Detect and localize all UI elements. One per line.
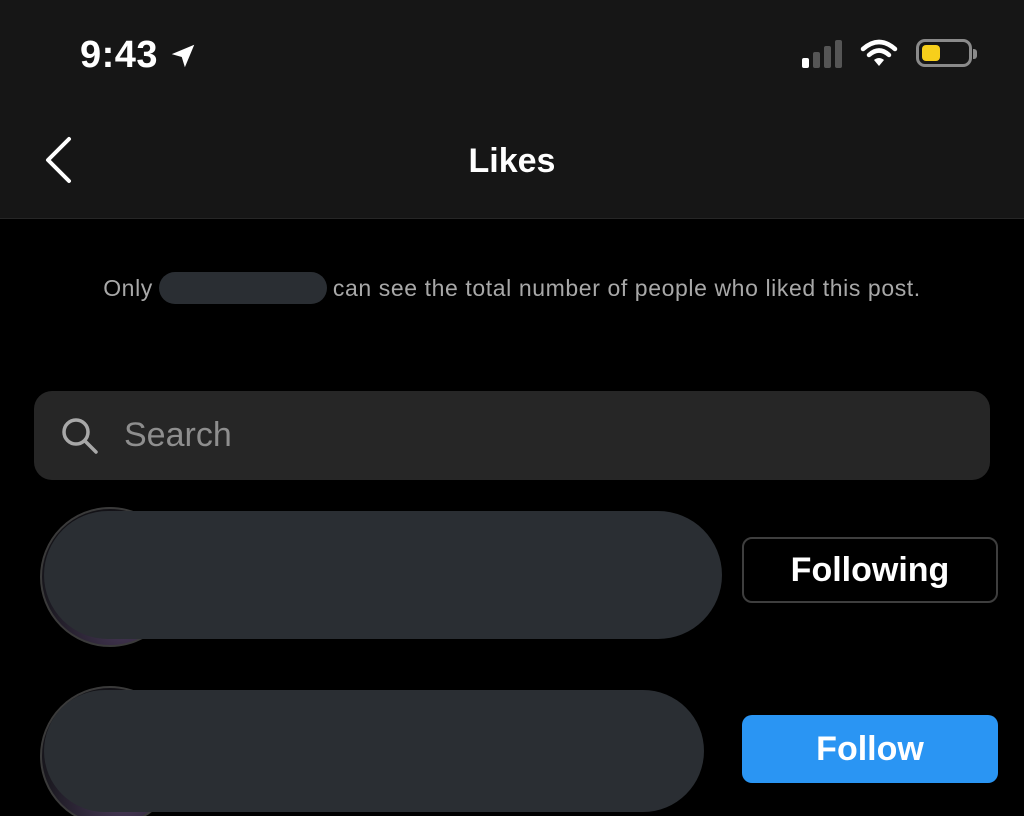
likes-screen: 9:43 Likes Only can see the total number…: [0, 0, 1024, 816]
following-button[interactable]: Following: [742, 537, 998, 603]
status-icons: [802, 38, 977, 68]
search-bar[interactable]: [34, 391, 990, 480]
likes-visibility-notice: Only can see the total number of people w…: [100, 272, 924, 304]
wifi-icon: [860, 39, 898, 66]
list-item[interactable]: Follow: [0, 686, 1024, 816]
location-arrow-icon: [171, 44, 195, 67]
search-icon: [62, 417, 98, 454]
search-input[interactable]: [122, 415, 926, 456]
page-title: Likes: [468, 142, 556, 180]
follow-button[interactable]: Follow: [742, 715, 998, 783]
notice-prefix: Only: [103, 275, 153, 301]
redacted-user-info: [44, 690, 704, 812]
header-divider: [0, 218, 1024, 219]
status-time-text: 9:43: [80, 34, 159, 76]
redacted-user-info: [44, 511, 722, 639]
status-time: 9:43: [80, 34, 198, 77]
notice-suffix: can see the total number of people who l…: [332, 275, 921, 301]
redacted-username: [158, 272, 327, 304]
list-item[interactable]: Following: [0, 505, 1024, 650]
cellular-signal-icon: [802, 38, 842, 68]
top-bar: 9:43 Likes: [0, 0, 1024, 218]
battery-icon: [916, 39, 977, 67]
